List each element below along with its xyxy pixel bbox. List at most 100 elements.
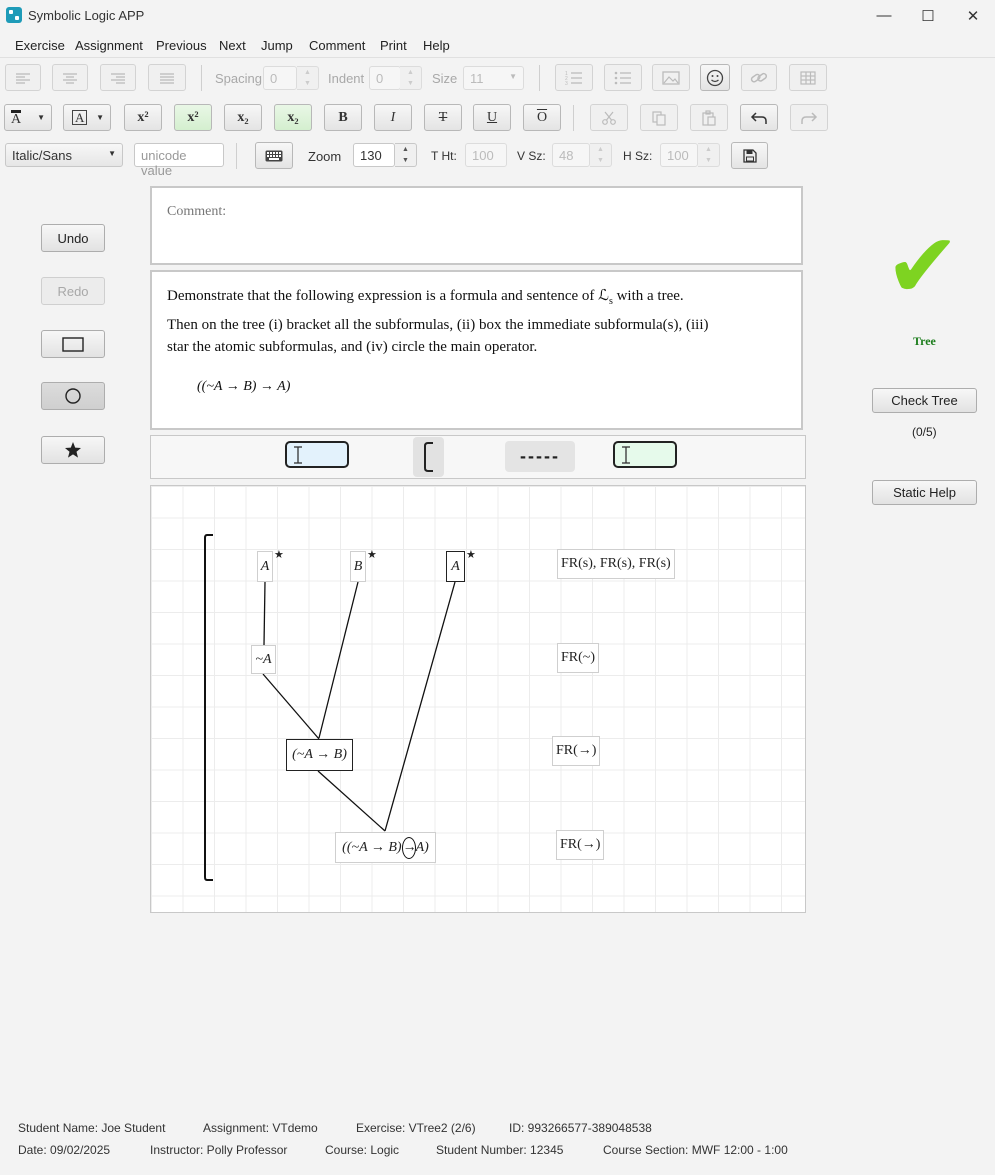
insert-image-button[interactable] bbox=[652, 64, 690, 91]
format-toolbar: Spacing 0 ▲ ▼ Indent 0 ▲ ▼ Size 11 ▼ 123 bbox=[0, 59, 995, 98]
size-value: 11 bbox=[470, 71, 484, 86]
horizontal-size-field[interactable]: 100 bbox=[660, 143, 698, 167]
numbered-list-button[interactable]: 123 bbox=[555, 64, 593, 91]
menu-previous[interactable]: Previous bbox=[156, 38, 207, 53]
menu-exercise[interactable]: Exercise bbox=[15, 38, 65, 53]
italic-button[interactable]: I bbox=[374, 104, 412, 131]
subscript-italic-button[interactable]: x₂ bbox=[274, 104, 312, 131]
save-button[interactable] bbox=[731, 142, 768, 169]
window-title: Symbolic Logic APP bbox=[28, 8, 145, 23]
redo-icon bbox=[801, 111, 818, 124]
align-center-button[interactable] bbox=[52, 64, 88, 91]
strikethrough-button[interactable]: T bbox=[424, 104, 462, 131]
overline-button[interactable]: O bbox=[523, 104, 561, 131]
star-tool-button[interactable] bbox=[41, 436, 105, 464]
tree-node-conditional-boxed[interactable]: (~A → B) bbox=[286, 739, 353, 771]
date-info: Date: 09/02/2025 bbox=[18, 1143, 111, 1157]
tree-node-atomic-boxed[interactable]: A bbox=[446, 551, 465, 582]
copy-button[interactable] bbox=[640, 104, 678, 131]
bullet-list-button[interactable] bbox=[604, 64, 642, 91]
main-formula-left: ((~A → B) bbox=[342, 839, 402, 855]
instruction-line-2: Then on the tree (i) bracket all the sub… bbox=[167, 316, 709, 333]
tree-node-atomic[interactable]: B bbox=[350, 551, 366, 582]
vertical-size-stepper[interactable]: ▲ ▼ bbox=[590, 143, 612, 167]
numbered-list-icon: 123 bbox=[565, 71, 582, 85]
justify-button[interactable] bbox=[148, 64, 186, 91]
menu-help[interactable]: Help bbox=[423, 38, 450, 53]
instructor-info: Instructor: Polly Professor bbox=[150, 1143, 288, 1157]
dashed-line-tool[interactable]: ----- bbox=[505, 441, 575, 472]
chevron-down-icon: ▼ bbox=[108, 149, 116, 158]
paste-icon bbox=[702, 109, 716, 126]
redo-button[interactable]: Redo bbox=[41, 277, 105, 305]
box-tool-button[interactable] bbox=[41, 330, 105, 358]
zoom-stepper[interactable]: ▲ ▼ bbox=[395, 143, 417, 167]
redo-toolbar-button[interactable] bbox=[790, 104, 828, 131]
separator bbox=[573, 105, 574, 131]
bracket-tool[interactable] bbox=[413, 437, 444, 477]
menu-bar: Exercise Assignment Previous Next Jump C… bbox=[0, 31, 995, 58]
instruction-line-3: star the atomic subformulas, and (iv) ci… bbox=[167, 339, 538, 355]
menu-jump[interactable]: Jump bbox=[261, 38, 293, 53]
indent-field[interactable]: 0 bbox=[369, 66, 401, 90]
comment-panel[interactable]: Comment: bbox=[150, 186, 803, 265]
zoom-field[interactable]: 130 bbox=[353, 143, 395, 167]
cut-button[interactable] bbox=[590, 104, 628, 131]
rule-box-tool[interactable] bbox=[613, 441, 677, 468]
superscript-italic-button[interactable]: x² bbox=[174, 104, 212, 131]
undo-toolbar-button[interactable] bbox=[740, 104, 778, 131]
close-button[interactable]: ✕ bbox=[950, 0, 995, 31]
menu-next[interactable]: Next bbox=[219, 38, 246, 53]
tree-node-negation[interactable]: ~A bbox=[251, 645, 276, 674]
tree-rule-label[interactable]: FR(~) bbox=[557, 643, 600, 673]
menu-print[interactable]: Print bbox=[380, 38, 407, 53]
exercise-instructions: Demonstrate that the following expressio… bbox=[167, 285, 709, 359]
font-select[interactable]: Italic/Sans ▼ bbox=[5, 143, 123, 167]
tree-lines bbox=[204, 534, 456, 881]
menu-comment[interactable]: Comment bbox=[309, 38, 365, 53]
spacing-stepper[interactable]: ▲ ▼ bbox=[297, 66, 319, 90]
highlight-button[interactable]: A ▼ bbox=[63, 104, 111, 131]
insert-link-button[interactable] bbox=[741, 64, 777, 91]
unicode-input[interactable]: unicode value bbox=[134, 143, 224, 178]
font-select-value: Italic/Sans bbox=[12, 148, 72, 163]
paste-button[interactable] bbox=[690, 104, 728, 131]
bold-button[interactable]: B bbox=[324, 104, 362, 131]
formula-box-tool[interactable] bbox=[285, 441, 349, 468]
check-tree-button[interactable]: Check Tree bbox=[872, 388, 977, 413]
emoji-button[interactable] bbox=[700, 64, 730, 91]
align-left-button[interactable] bbox=[5, 64, 41, 91]
align-right-button[interactable] bbox=[100, 64, 136, 91]
tree-rule-label[interactable]: FR(→) bbox=[556, 830, 605, 860]
vertical-size-field[interactable]: 48 bbox=[552, 143, 590, 167]
indent-stepper[interactable]: ▲ ▼ bbox=[400, 66, 422, 90]
tree-node-atomic[interactable]: A bbox=[257, 551, 273, 582]
instruction-line-1: Demonstrate that the following expressio… bbox=[167, 288, 609, 304]
superscript-button[interactable]: x² bbox=[124, 104, 162, 131]
circle-tool-button[interactable] bbox=[41, 382, 105, 410]
keyboard-button[interactable] bbox=[255, 142, 293, 169]
spacing-field[interactable]: 0 bbox=[263, 66, 297, 90]
insert-table-button[interactable] bbox=[789, 64, 827, 91]
student-number: Student Number: 12345 bbox=[436, 1143, 564, 1157]
text-height-field[interactable]: 100 bbox=[465, 143, 507, 167]
maximize-button[interactable]: ☐ bbox=[905, 0, 951, 31]
size-select[interactable]: 11 ▼ bbox=[463, 66, 524, 90]
tree-rule-label[interactable]: FR(s), FR(s), FR(s) bbox=[557, 549, 675, 579]
tree-node-main-formula[interactable]: ((~A → B) → A) bbox=[335, 832, 436, 863]
minimize-button[interactable]: — bbox=[861, 0, 907, 31]
menu-assignment[interactable]: Assignment bbox=[75, 38, 143, 53]
tree-rule-label[interactable]: FR(→) bbox=[552, 736, 601, 766]
text-color-button[interactable]: A ▼ bbox=[4, 104, 52, 131]
horizontal-size-stepper[interactable]: ▲ ▼ bbox=[698, 143, 720, 167]
undo-button[interactable]: Undo bbox=[41, 224, 105, 252]
chevron-down-icon: ▼ bbox=[37, 113, 45, 122]
main-formula-right: A) bbox=[415, 839, 429, 855]
undo-icon bbox=[750, 111, 767, 124]
subscript-button[interactable]: x₂ bbox=[224, 104, 262, 131]
tree-canvas[interactable]: A ★ B ★ A ★ ~A (~A → B) ((~A → B) → A) FR(… bbox=[150, 485, 806, 913]
static-help-button[interactable]: Static Help bbox=[872, 480, 977, 505]
separator bbox=[201, 65, 202, 91]
horizontal-size-label: H Sz: bbox=[623, 149, 653, 163]
underline-button[interactable]: U bbox=[473, 104, 511, 131]
